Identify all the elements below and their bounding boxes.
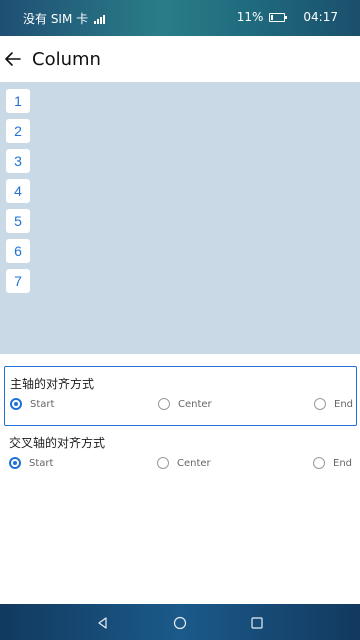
radio-unchecked-icon[interactable] <box>313 457 325 469</box>
recents-square-icon[interactable] <box>250 615 264 629</box>
home-circle-icon[interactable] <box>173 615 187 630</box>
column-item-7: 7 <box>6 269 30 293</box>
column-item-1: 1 <box>6 89 30 113</box>
cross-axis-radio-row: Start Center End <box>4 457 357 475</box>
option-label: Start <box>29 457 54 469</box>
arrow-left-icon[interactable] <box>4 50 22 68</box>
column-preview: 1 2 3 4 5 6 7 <box>0 82 360 354</box>
clock: 04:17 <box>303 10 338 24</box>
cross-axis-option-end[interactable]: End <box>313 457 352 469</box>
radio-unchecked-icon[interactable] <box>314 398 326 410</box>
radio-checked-icon[interactable] <box>9 457 21 469</box>
carrier-text: 没有 SIM 卡 <box>23 12 89 26</box>
cross-axis-option-center[interactable]: Center <box>157 457 211 469</box>
column-item-3: 3 <box>6 149 30 173</box>
option-label: Center <box>178 398 212 410</box>
option-label: End <box>334 398 354 410</box>
page-title: Column <box>32 48 101 70</box>
status-left: 没有 SIM 卡 <box>23 10 106 27</box>
column-item-6: 6 <box>6 239 30 263</box>
column-item-4: 4 <box>6 179 30 203</box>
main-axis-alignment-group: 主轴的对齐方式 Start Center End <box>4 366 357 426</box>
main-axis-option-start[interactable]: Start <box>10 398 54 410</box>
status-bar: 没有 SIM 卡 11% 04:17 <box>0 0 360 36</box>
app-bar: Column <box>0 36 360 82</box>
option-label: End <box>333 457 353 469</box>
battery-icon <box>269 12 288 22</box>
battery-percent: 11% <box>236 10 264 24</box>
radio-unchecked-icon[interactable] <box>158 398 170 410</box>
main-axis-radio-row: Start Center End <box>5 398 356 416</box>
radio-unchecked-icon[interactable] <box>157 457 169 469</box>
option-label: Start <box>30 398 55 410</box>
cross-axis-option-start[interactable]: Start <box>9 457 53 469</box>
back-triangle-icon[interactable] <box>96 615 110 629</box>
main-axis-title: 主轴的对齐方式 <box>10 377 95 391</box>
status-right: 11% 04:17 <box>237 10 338 24</box>
main-axis-option-end[interactable]: End <box>314 398 353 410</box>
cross-axis-title: 交叉轴的对齐方式 <box>9 436 106 450</box>
signal-icon <box>94 14 106 24</box>
navigation-bar <box>0 604 360 640</box>
main-axis-option-center[interactable]: Center <box>158 398 212 410</box>
column-item-5: 5 <box>6 209 30 233</box>
radio-checked-icon[interactable] <box>10 398 22 410</box>
cross-axis-alignment-group: 交叉轴的对齐方式 Start Center End <box>4 426 357 486</box>
column-item-2: 2 <box>6 119 30 143</box>
option-label: Center <box>177 457 211 469</box>
screen: 没有 SIM 卡 11% 04:17 Column 1 2 3 4 5 6 7 … <box>0 0 360 640</box>
